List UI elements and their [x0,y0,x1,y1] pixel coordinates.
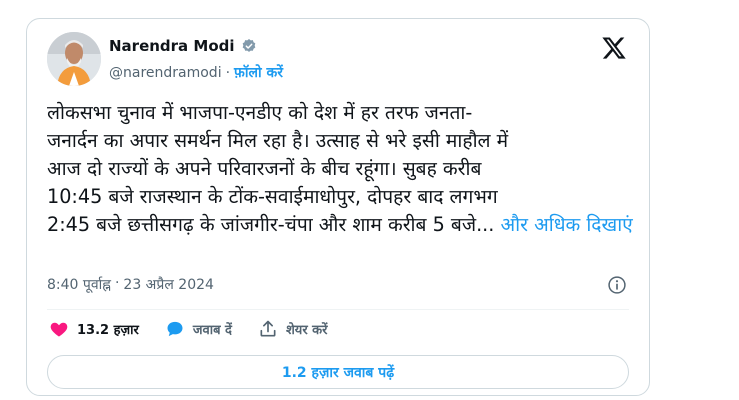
info-icon[interactable] [607,275,627,295]
reply-button[interactable]: जवाब दें [165,319,232,339]
like-button[interactable]: 13.2 हज़ार [49,319,139,339]
read-replies-button[interactable]: 1.2 हज़ार जवाब पढ़ें [47,355,629,389]
reply-bubble-icon [167,321,183,337]
show-more-link[interactable]: और अधिक दिखाएं [501,213,633,236]
action-bar: 13.2 हज़ार जवाब दें शेयर करें [49,319,353,339]
separator-dot: · [225,64,231,81]
follow-button[interactable]: फ़ॉलो करें [234,63,283,82]
tweet-timestamp[interactable]: 8:40 पूर्वाह्न · 23 अप्रैल 2024 [47,275,214,294]
share-label: शेयर करें [285,323,328,338]
x-logo-icon[interactable] [601,35,627,61]
tweet-text: लोकसभा चुनाव में भाजपा-एनडीए को देश में … [47,101,509,236]
tweet-time[interactable]: 8:40 पूर्वाह्न [47,275,111,294]
tweet-card: Narendra Modi @narendramodi · फ़ॉलो करें… [26,18,650,396]
tweet-date[interactable]: 23 अप्रैल 2024 [123,275,214,294]
divider [47,309,629,310]
timestamp-separator: · [114,275,120,291]
heart-icon [50,322,68,337]
share-button[interactable]: शेयर करें [258,319,328,339]
avatar[interactable] [47,32,101,86]
like-count: 13.2 हज़ार [77,323,139,338]
share-icon [260,320,276,337]
tweet-text-block: लोकसभा चुनाव में भाजपा-एनडीए को देश में … [47,99,637,239]
author-handle[interactable]: @narendramodi [109,65,222,81]
reply-label: जवाब दें [192,323,232,338]
handle-row: @narendramodi · फ़ॉलो करें [109,63,283,82]
verified-badge-icon [242,39,255,52]
author-name[interactable]: Narendra Modi [109,37,235,55]
author-name-row[interactable]: Narendra Modi [109,37,257,55]
